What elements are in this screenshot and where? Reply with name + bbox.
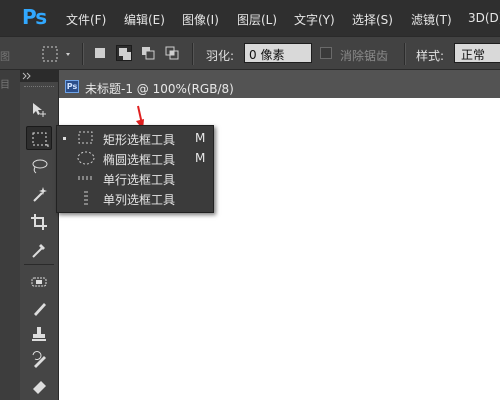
menu-type[interactable]: 文字(Y) [294, 11, 335, 28]
healing-brush-icon [31, 277, 47, 287]
brush-icon [34, 303, 46, 316]
menu-layer[interactable]: 图层(L) [237, 11, 277, 28]
toolbox-divider [24, 264, 54, 265]
toolbox-header[interactable] [20, 70, 58, 82]
options-bar: 羽化: 0 像素 消除锯齿 样式: 正常 [0, 36, 500, 70]
crop-tool[interactable] [26, 210, 52, 234]
menu-select[interactable]: 选择(S) [352, 11, 393, 28]
intersect-selection-button[interactable] [164, 45, 180, 61]
style-label: 样式: [416, 49, 445, 63]
brush-tool[interactable] [26, 296, 52, 320]
document-tab[interactable]: Ps 未标题-1 @ 100%(RGB/8) [59, 76, 500, 99]
style-select[interactable]: 正常 [454, 43, 500, 63]
panel-edge-text: 目 [0, 80, 10, 91]
lasso-icon [32, 159, 48, 174]
app-logo: Ps [22, 5, 47, 29]
left-panel-edge: 图 目 [0, 52, 20, 400]
flyout-item-shortcut: M [195, 151, 206, 165]
flyout-item-single-column-marquee[interactable]: 单列选框工具 [57, 188, 213, 208]
rect-marquee-icon [78, 131, 93, 144]
ps-document-icon: Ps [65, 80, 79, 93]
eraser-tool[interactable] [26, 374, 52, 398]
antialias-checkbox[interactable] [320, 47, 332, 59]
panel-edge-text: 图 [0, 52, 10, 63]
flyout-item-label: 椭圆选框工具 [103, 153, 176, 167]
marquee-tool[interactable] [26, 126, 52, 150]
crop-icon [31, 214, 47, 230]
magic-wand-tool[interactable] [26, 182, 52, 206]
document-title: 未标题-1 @ 100%(RGB/8) [85, 82, 234, 96]
tool-preset-picker[interactable] [40, 43, 76, 65]
flyout-item-ellipse-marquee[interactable]: 椭圆选框工具 M [57, 148, 213, 168]
marquee-tool-flyout: 矩形选框工具 M 椭圆选框工具 M 单行选框工具 单列选框工具 [56, 125, 214, 213]
antialias-label: 消除锯齿 [340, 49, 389, 63]
menu-filter[interactable]: 滤镜(T) [411, 11, 452, 28]
lasso-tool[interactable] [26, 154, 52, 178]
feather-input[interactable]: 0 像素 [244, 43, 312, 63]
add-selection-button[interactable] [116, 45, 132, 61]
rect-marquee-icon [42, 46, 70, 62]
toolbox-panel [20, 70, 59, 400]
selected-bullet-icon [63, 137, 66, 140]
menu-3d[interactable]: 3D(D) [468, 11, 500, 25]
menu-bar: Ps 文件(F) 编辑(E) 图像(I) 图层(L) 文字(Y) 选择(S) 滤… [0, 0, 500, 36]
collapse-arrows-icon [22, 72, 31, 80]
single-column-marquee-icon [84, 191, 88, 205]
flyout-item-single-row-marquee[interactable]: 单行选框工具 [57, 168, 213, 188]
eyedropper-tool[interactable] [26, 238, 52, 262]
ellipse-marquee-icon [77, 151, 95, 165]
toolbox-grip[interactable] [24, 86, 54, 89]
subtract-selection-icon [142, 47, 155, 60]
menu-image[interactable]: 图像(I) [182, 11, 219, 28]
single-row-marquee-icon [78, 176, 94, 180]
clone-stamp-icon [32, 327, 46, 341]
eraser-icon [33, 381, 46, 394]
eyedropper-icon [32, 244, 45, 258]
flyout-item-label: 矩形选框工具 [103, 133, 176, 147]
flyout-item-label: 单行选框工具 [103, 173, 176, 187]
subtract-selection-button[interactable] [140, 45, 156, 61]
add-selection-icon [119, 48, 131, 60]
flyout-item-label: 单列选框工具 [103, 193, 176, 207]
flyout-item-shortcut: M [195, 131, 206, 145]
history-brush-tool[interactable] [26, 348, 52, 372]
history-brush-icon [32, 351, 46, 368]
move-tool[interactable] [26, 98, 52, 122]
magic-wand-icon [33, 187, 47, 202]
move-icon [33, 103, 46, 117]
menu-edit[interactable]: 编辑(E) [124, 11, 165, 28]
new-selection-button[interactable] [92, 45, 108, 61]
healing-brush-tool[interactable] [26, 270, 52, 294]
flyout-item-rect-marquee[interactable]: 矩形选框工具 M [57, 128, 213, 148]
clone-stamp-tool[interactable] [26, 322, 52, 346]
feather-label: 羽化: [206, 49, 235, 63]
intersect-selection-icon [165, 46, 179, 60]
rect-marquee-icon [32, 132, 49, 147]
new-selection-icon [95, 48, 105, 58]
menu-file[interactable]: 文件(F) [66, 11, 106, 28]
